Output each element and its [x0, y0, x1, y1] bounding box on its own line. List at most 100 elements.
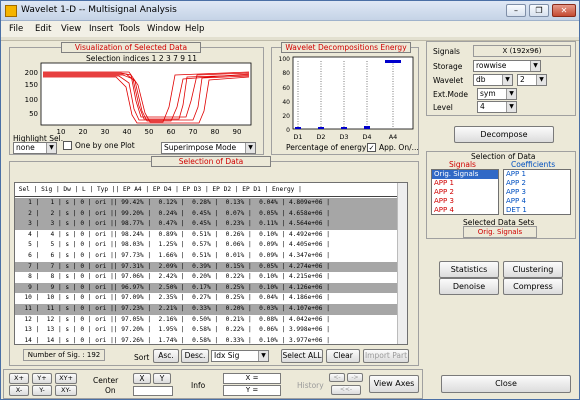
table-row[interactable]: 10 | 10 | s | 0 | ori || 97.09% | 2.35% … — [15, 293, 399, 304]
statistics-button[interactable]: Statistics — [439, 261, 499, 278]
table-row[interactable]: 3 | 3 | s | 0 | ori || 98.77% | 0.47% | … — [15, 219, 399, 230]
history-reset-button[interactable]: <<- — [331, 385, 361, 395]
list-item[interactable]: APP 1 — [504, 170, 570, 179]
energy-caption: Percentage of energy — [286, 143, 367, 152]
table-row[interactable]: 12 | 12 | s | 0 | ori || 97.05% | 2.16% … — [15, 315, 399, 326]
close-window-button[interactable]: ✕ — [552, 4, 576, 17]
storage-select[interactable]: rowwise ▼ — [473, 60, 541, 72]
close-button[interactable]: Close — [441, 375, 571, 393]
table-row[interactable]: 1 | 1 | s | 0 | ori || 99.42% | 0.12% | … — [15, 198, 399, 209]
list-item[interactable]: APP 3 — [504, 188, 570, 197]
energy-ytick: 0 — [286, 127, 290, 134]
history-label: History — [297, 381, 324, 390]
zoom-xy-plus-button[interactable]: XY+ — [55, 373, 77, 384]
sort-field-select[interactable]: Idx Sig ▼ — [211, 350, 269, 362]
table-row[interactable]: 6 | 6 | s | 0 | ori || 97.73% | 1.66% | … — [15, 251, 399, 262]
clustering-button[interactable]: Clustering — [503, 261, 563, 278]
table-row[interactable]: 7 | 7 | s | 0 | ori || 97.31% | 2.09% | … — [15, 261, 399, 273]
xtick: 90 — [233, 128, 242, 136]
extmode-select[interactable]: sym ▼ — [477, 88, 517, 100]
menu-insert[interactable]: Insert — [89, 24, 113, 34]
table-row[interactable]: 2 | 2 | s | 0 | ori || 99.20% | 0.24% | … — [15, 208, 399, 220]
menu-help[interactable]: Help — [185, 24, 204, 34]
highlight-select[interactable]: none ▼ — [13, 142, 57, 154]
history-back-button[interactable]: <- — [329, 373, 345, 382]
sort-asc-button[interactable]: Asc. — [153, 349, 179, 363]
list-item[interactable]: APP 2 — [504, 179, 570, 188]
list-item[interactable]: APP 4 — [432, 206, 498, 214]
signals-list[interactable]: Orig. Signals APP 1 APP 2 APP 3 APP 4 — [431, 169, 499, 215]
xtick: 50 — [145, 128, 154, 136]
table-row[interactable]: 11 | 11 | s | 0 | ori || 97.23% | 2.21% … — [15, 303, 399, 315]
center-on-label: On — [105, 386, 116, 395]
clear-button[interactable]: Clear — [326, 349, 360, 363]
xtick: 20 — [79, 128, 88, 136]
zoom-x-minus-button[interactable]: X- — [9, 385, 29, 396]
list-item[interactable]: Orig. Signals — [432, 170, 498, 179]
view-axes-button[interactable]: View Axes — [369, 375, 419, 393]
minimize-button[interactable]: – — [506, 4, 526, 17]
history-forward-button[interactable]: -> — [347, 373, 363, 382]
table-row[interactable]: 4 | 4 | s | 0 | ori || 98.24% | 0.89% | … — [15, 230, 399, 241]
menu-file[interactable]: File — [9, 24, 23, 34]
compress-button[interactable]: Compress — [503, 278, 563, 295]
num-signals: Number of Sig. : 192 — [23, 349, 105, 361]
menu-edit[interactable]: Edit — [35, 24, 51, 34]
center-y-button[interactable]: Y — [153, 373, 171, 384]
app-on-checkbox[interactable]: ✓ — [367, 143, 376, 152]
table-row[interactable]: 13 | 13 | s | 0 | ori || 97.20% | 1.95% … — [15, 325, 399, 336]
energy-xtick: A4 — [389, 133, 398, 141]
wavelet-family-select[interactable]: db ▼ — [473, 74, 513, 86]
sort-desc-button[interactable]: Desc. — [181, 349, 209, 363]
table-row[interactable]: 8 | 8 | s | 0 | ori || 97.06% | 2.42% | … — [15, 272, 399, 283]
center-x-button[interactable]: X — [133, 373, 151, 384]
center-value-field[interactable] — [133, 386, 173, 396]
coefficients-list[interactable]: APP 1 APP 2 APP 3 APP 4 DET 1 — [503, 169, 571, 215]
energy-ytick: 60 — [282, 85, 290, 92]
energy-ytick: 100 — [279, 56, 291, 63]
zoom-y-plus-button[interactable]: Y+ — [32, 373, 52, 384]
table-header: Sel | Sig | Dw | L | Typ || EP A4 | EP D… — [15, 183, 399, 197]
chevron-down-icon: ▼ — [245, 143, 255, 153]
list-item[interactable]: DET 1 — [504, 206, 570, 214]
extmode-label: Ext.Mode — [433, 90, 468, 99]
energy-title: Wavelet Decompositions Energy — [281, 42, 411, 53]
table-scrollbar[interactable] — [397, 183, 407, 344]
storage-label: Storage — [433, 62, 463, 71]
sort-label: Sort — [134, 353, 150, 362]
level-select[interactable]: 4 ▼ — [477, 101, 517, 113]
list-item[interactable]: APP 1 — [432, 179, 498, 188]
xtick: 30 — [101, 128, 110, 136]
table-row[interactable]: 5 | 5 | s | 0 | ori || 98.03% | 1.25% | … — [15, 240, 399, 251]
signals-label: Signals — [433, 47, 460, 56]
import-part-button[interactable]: Import Part — [363, 349, 409, 363]
zoom-x-plus-button[interactable]: X+ — [9, 373, 29, 384]
zoom-xy-minus-button[interactable]: XY- — [55, 385, 77, 396]
menu-view[interactable]: View — [61, 24, 81, 34]
main-window: Wavelet 1-D -- Multisignal Analysis – ❐ … — [0, 0, 580, 400]
energy-xtick: D3 — [339, 133, 348, 141]
ytick: 50 — [29, 110, 38, 118]
selected-sets-value: Orig. Signals — [463, 226, 537, 238]
list-item[interactable]: APP 4 — [504, 197, 570, 206]
list-item[interactable]: APP 3 — [432, 197, 498, 206]
list-item[interactable]: APP 2 — [432, 188, 498, 197]
plot-mode-select[interactable]: Superimpose Mode ▼ — [161, 142, 256, 154]
energy-plot[interactable]: 100 80 60 40 20 0 D1 D2 D3 D4 A4 — [271, 53, 419, 143]
level-label: Level — [433, 103, 453, 112]
select-all-button[interactable]: Select ALL — [281, 349, 323, 363]
table-row[interactable]: 9 | 9 | s | 0 | ori || 96.97% | 2.50% | … — [15, 282, 399, 294]
wavelet-order-select[interactable]: 2 ▼ — [517, 74, 547, 86]
chevron-down-icon: ▼ — [258, 351, 268, 361]
energy-xtick: D2 — [316, 133, 325, 141]
table-row[interactable]: 14 | 14 | s | 0 | ori || 97.26% | 1.74% … — [15, 336, 399, 344]
one-by-one-checkbox[interactable] — [63, 141, 72, 150]
menu-tools[interactable]: Tools — [119, 24, 140, 34]
decompose-button[interactable]: Decompose — [454, 126, 554, 143]
zoom-y-minus-button[interactable]: Y- — [32, 385, 52, 396]
denoise-button[interactable]: Denoise — [439, 278, 499, 295]
signals-table[interactable]: Sel | Sig | Dw | L | Typ || EP A4 | EP D… — [14, 182, 408, 345]
menu-window[interactable]: Window — [147, 24, 181, 34]
signals-plot[interactable]: 200 150 100 50 10 20 30 40 50 60 70 80 9… — [11, 61, 261, 141]
maximize-button[interactable]: ❐ — [529, 4, 549, 17]
